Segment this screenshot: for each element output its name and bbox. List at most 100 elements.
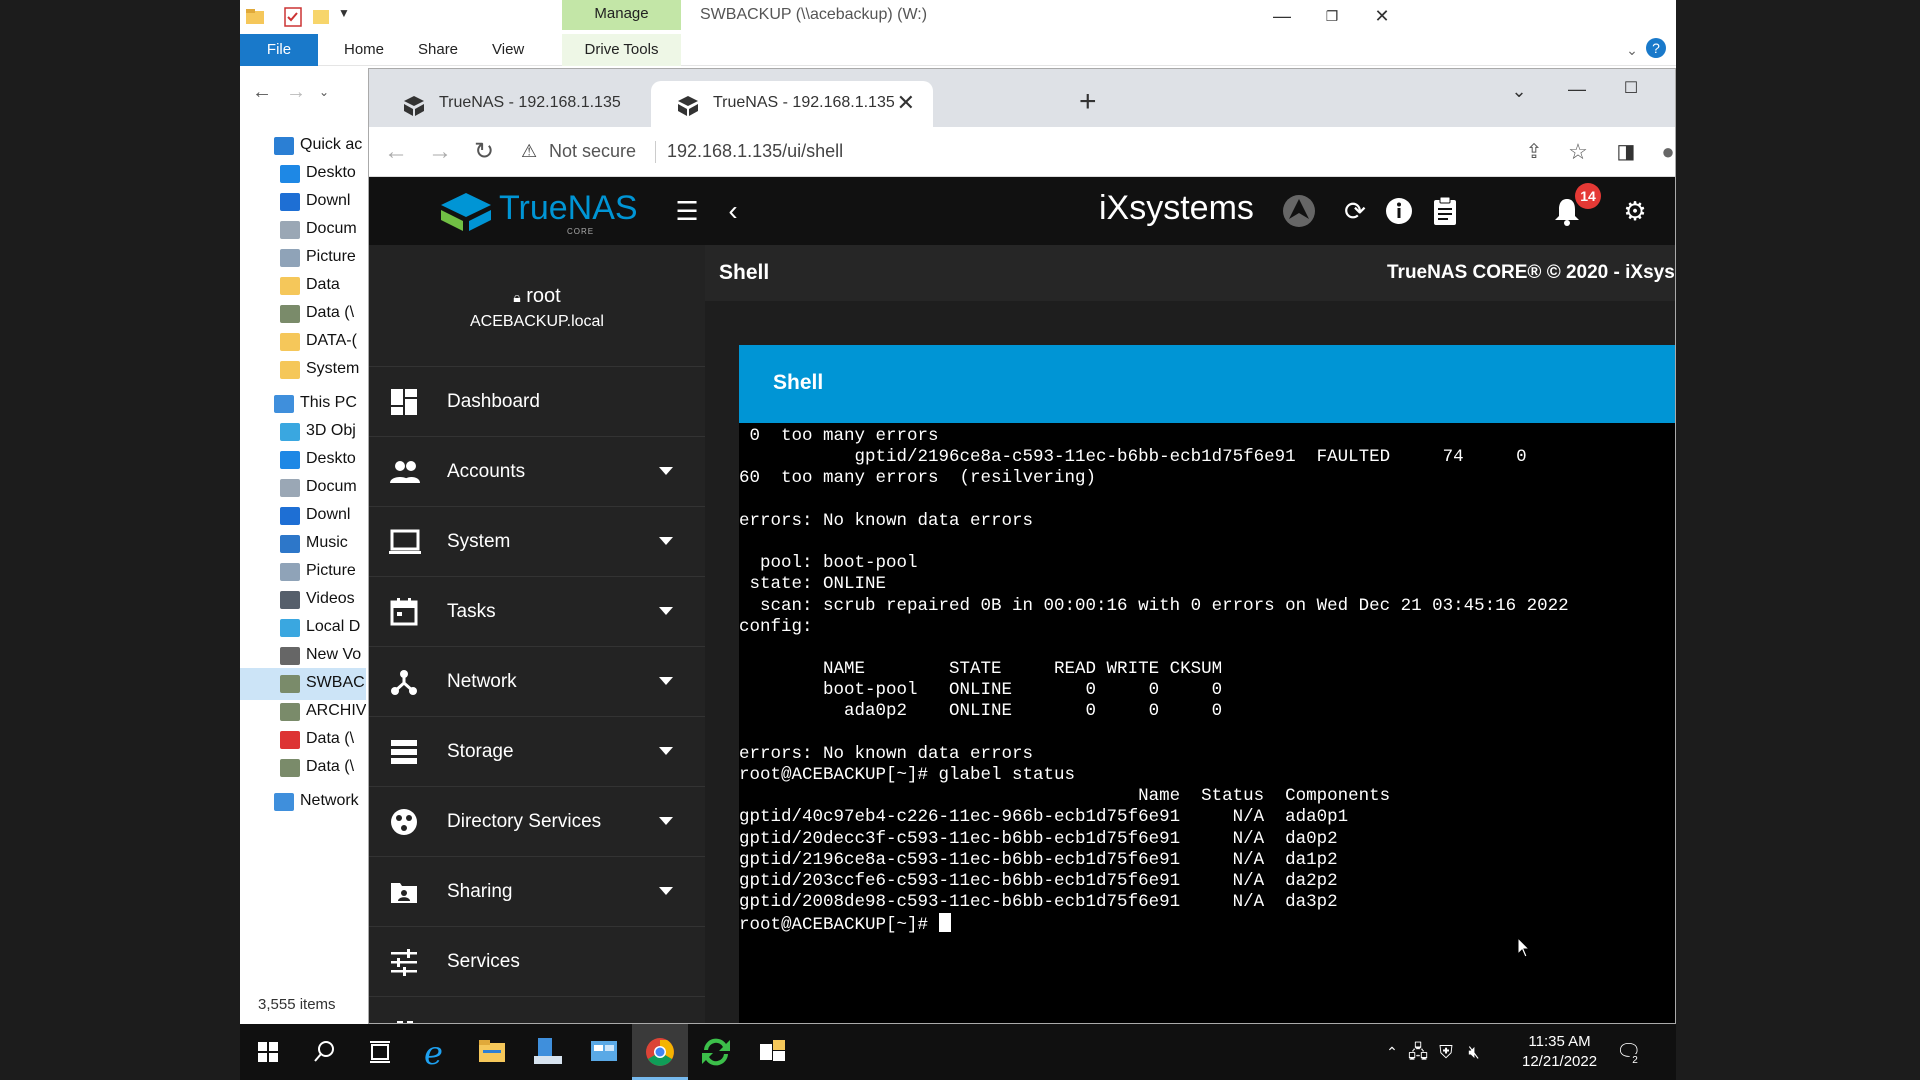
notification-count-badge[interactable]: 14 — [1575, 183, 1601, 209]
volume-muted-icon[interactable]: 🔇︎ — [1462, 1040, 1486, 1064]
terminal-line: gptid/2196ce8a-c593-11ec-b6bb-ecb1d75f6e… — [739, 849, 1338, 870]
recent-locations-icon[interactable]: ⌄ — [312, 80, 336, 104]
expand-arrow-icon[interactable] — [659, 537, 673, 545]
folder-icon — [280, 333, 300, 351]
internet-explorer-button[interactable]: e — [408, 1024, 464, 1080]
server-manager-button[interactable] — [520, 1024, 576, 1080]
document-icon — [280, 479, 300, 497]
terminal[interactable]: 0 too many errors gptid/2196ce8a-c593-11… — [739, 423, 1675, 1023]
nav-item-tasks[interactable]: Tasks — [369, 577, 705, 647]
ribbon-tab-home[interactable]: Home — [334, 34, 394, 66]
tab-close-icon[interactable]: ✕ — [897, 90, 915, 116]
minimize-icon[interactable]: — — [1565, 77, 1589, 101]
network-drive-icon — [280, 675, 300, 693]
item-count: 3,555 items — [258, 996, 336, 1013]
forward-arrow-icon[interactable]: → — [284, 80, 308, 104]
task-view-button[interactable] — [352, 1024, 408, 1080]
sidebar-item-label: 3D Obj — [306, 422, 356, 439]
close-icon[interactable]: ✕ — [1370, 4, 1394, 28]
share-icon[interactable]: ⇪ — [1519, 137, 1549, 167]
warning-triangle-icon[interactable]: ⚠ — [521, 141, 537, 162]
sync-app-button[interactable] — [688, 1024, 744, 1080]
bookmark-star-icon[interactable]: ☆ — [1563, 137, 1593, 167]
settings-gear-icon[interactable]: ⚙ — [1615, 191, 1655, 231]
truenas-logo[interactable]: TrueNAS CORE — [439, 187, 638, 237]
minimize-icon[interactable]: — — [1270, 4, 1294, 28]
truecommand-icon[interactable] — [1279, 191, 1319, 231]
terminal-prompt-line[interactable]: root@ACEBACKUP[~]# — [739, 913, 1675, 936]
ribbon-tab-view[interactable]: View — [482, 34, 534, 66]
ribbon-tab-share[interactable]: Share — [408, 34, 468, 66]
search-button[interactable] — [296, 1024, 352, 1080]
maximize-icon[interactable]: ☐ — [1619, 77, 1643, 101]
sidebar-item-label: Data (\ — [306, 304, 355, 321]
restore-icon[interactable]: ❐ — [1320, 4, 1344, 28]
explorer-app-icon[interactable] — [244, 6, 266, 28]
system-icon — [389, 527, 421, 557]
ribbon-tab-file[interactable]: File — [240, 34, 318, 66]
nav-item-sharing[interactable]: Sharing — [369, 857, 705, 927]
explorer-navigation: ← → ⌄ — [240, 68, 370, 116]
ixsystems-logo[interactable]: iXsystems — [1099, 189, 1254, 228]
clock-time: 11:35 AM — [1528, 1033, 1591, 1050]
back-arrow-icon[interactable]: ← — [250, 80, 274, 104]
network-status-icon[interactable]: 🖧︎ — [1406, 1040, 1430, 1064]
address-bar[interactable]: ⚠ Not secure 192.168.1.135/ui/shell — [521, 133, 1605, 171]
terminal-line: gptid/40c97eb4-c226-11ec-966b-ecb1d75f6e… — [739, 807, 1349, 828]
url-text[interactable]: 192.168.1.135/ui/shell — [667, 141, 843, 162]
expand-ribbon-icon[interactable]: ⌄ — [1620, 38, 1644, 62]
disconnected-drive-icon — [280, 731, 300, 749]
tab-search-chevron-icon[interactable]: ⌄ — [1507, 79, 1531, 103]
hamburger-menu-icon[interactable]: ☰ — [667, 191, 707, 231]
profile-avatar-icon[interactable]: ● — [1653, 137, 1675, 167]
expand-arrow-icon[interactable] — [659, 467, 673, 475]
sidebar-item[interactable]: Network — [240, 786, 366, 818]
sidebar-item[interactable]: Data (\ — [240, 752, 366, 784]
expand-arrow-icon[interactable] — [659, 747, 673, 755]
properties-icon[interactable] — [282, 6, 304, 28]
info-icon[interactable] — [1379, 191, 1419, 231]
expand-arrow-icon[interactable] — [659, 607, 673, 615]
task-manager-clipboard-icon[interactable] — [1425, 191, 1465, 231]
nav-item-system[interactable]: System — [369, 507, 705, 577]
remote-desktop-button[interactable] — [576, 1024, 632, 1080]
nav-item-directory-services[interactable]: Directory Services — [369, 787, 705, 857]
nav-item-network[interactable]: Network — [369, 647, 705, 717]
back-arrow-icon[interactable]: ← — [381, 137, 411, 167]
nav-item-plugins[interactable]: Plugins — [369, 997, 705, 1023]
expand-arrow-icon[interactable] — [659, 677, 673, 685]
security-alert-icon[interactable]: ⛨ — [1434, 1040, 1458, 1064]
file-explorer-button[interactable] — [464, 1024, 520, 1080]
sidebar-item-label: This PC — [300, 394, 357, 411]
chrome-taskbar-button[interactable] — [632, 1024, 688, 1080]
customize-toolbar-icon[interactable]: ▼ — [338, 6, 360, 28]
browser-tab-2-active[interactable]: TrueNAS - 192.168.1.135 ✕ — [651, 81, 933, 127]
sidebar-item[interactable]: System — [240, 354, 366, 386]
new-folder-icon[interactable] — [310, 6, 332, 28]
start-button[interactable] — [240, 1024, 296, 1080]
manage-tab[interactable]: Manage — [562, 0, 681, 30]
nav-item-dashboard[interactable]: Dashboard — [369, 367, 705, 437]
not-secure-label[interactable]: Not secure — [549, 141, 636, 162]
nav-item-services[interactable]: Services — [369, 927, 705, 997]
collapse-chevron-icon[interactable]: ‹ — [713, 191, 753, 231]
side-panel-icon[interactable]: ◨ — [1611, 137, 1641, 167]
system-clock[interactable]: 11:35 AM 12/21/2022 — [1522, 1032, 1597, 1072]
services-icon — [389, 947, 419, 977]
expand-arrow-icon[interactable] — [659, 887, 673, 895]
sidebar-item-label: New Vo — [306, 646, 362, 663]
show-hidden-icons-chevron-icon[interactable]: ⌃ — [1380, 1040, 1404, 1064]
forward-arrow-icon[interactable]: → — [425, 137, 455, 167]
ribbon-tab-drive-tools[interactable]: Drive Tools — [562, 34, 681, 66]
help-icon[interactable]: ? — [1646, 38, 1666, 58]
sidebar-item-label: ARCHIV — [306, 702, 366, 719]
nav-item-storage[interactable]: Storage — [369, 717, 705, 787]
storage-icon — [389, 737, 419, 767]
new-tab-plus-icon[interactable]: + — [1079, 85, 1097, 119]
app-button[interactable] — [744, 1024, 800, 1080]
expand-arrow-icon[interactable] — [659, 817, 673, 825]
terminal-line: config: — [739, 616, 813, 637]
nav-item-accounts[interactable]: Accounts — [369, 437, 705, 507]
reload-icon[interactable]: ↻ — [469, 137, 499, 167]
refresh-sync-icon[interactable]: ⟳ — [1335, 191, 1375, 231]
